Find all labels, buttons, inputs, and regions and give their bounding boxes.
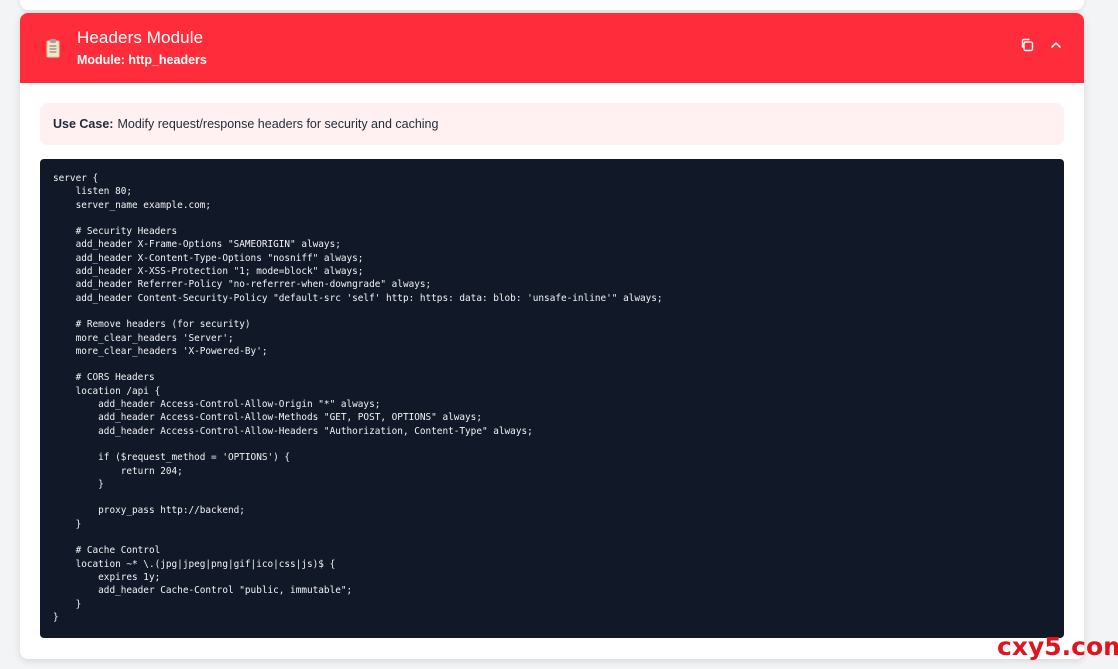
- use-case-text: Modify request/response headers for secu…: [117, 117, 439, 131]
- watermark-text: cxy5.com: [997, 632, 1118, 661]
- code-block[interactable]: server { listen 80; server_name example.…: [40, 159, 1064, 638]
- use-case-box: Use Case: Modify request/response header…: [40, 103, 1064, 145]
- chevron-up-icon: [1049, 38, 1063, 57]
- copy-icon: [1020, 38, 1034, 57]
- copy-button[interactable]: [1018, 38, 1036, 56]
- document-icon: [44, 37, 62, 59]
- previous-module-card: [20, 0, 1084, 10]
- module-header[interactable]: Headers Module Module: http_headers: [20, 13, 1084, 83]
- module-card: Headers Module Module: http_headers Use …: [20, 13, 1084, 659]
- collapse-button[interactable]: [1047, 38, 1065, 56]
- module-title: Headers Module: [77, 28, 204, 47]
- code-content: server { listen 80; server_name example.…: [53, 173, 663, 623]
- module-subtitle: Module: http_headers: [77, 53, 207, 67]
- use-case-label: Use Case:: [53, 117, 114, 131]
